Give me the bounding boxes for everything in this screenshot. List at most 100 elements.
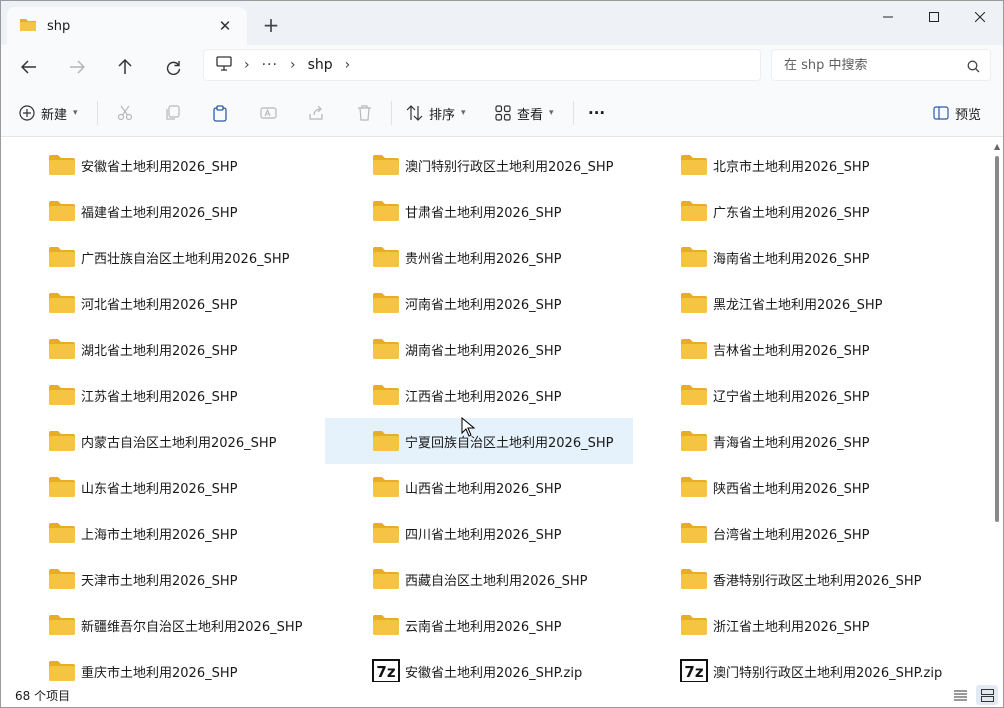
folder-item[interactable]: 上海市土地利用2026_SHP — [1, 510, 309, 556]
delete-button[interactable] — [350, 99, 378, 127]
folder-item[interactable]: 广西壮族自治区土地利用2026_SHP — [1, 234, 309, 280]
item-name: 河南省土地利用2026_SHP — [405, 297, 562, 313]
details-view-button[interactable] — [949, 685, 971, 705]
more-options-button[interactable]: ··· — [588, 99, 605, 127]
folder-item[interactable]: 香港特别行政区土地利用2026_SHP — [633, 556, 941, 602]
item-name: 陕西省土地利用2026_SHP — [713, 481, 870, 497]
folder-icon — [680, 199, 708, 223]
zip-file-item[interactable]: 7z 安徽省土地利用2026_SHP.zip — [325, 648, 633, 682]
view-button[interactable]: 查看 ▾ — [495, 99, 554, 127]
folder-item[interactable]: 湖北省土地利用2026_SHP — [1, 326, 309, 372]
chevron-right-icon[interactable]: › — [244, 57, 250, 73]
plus-circle-icon — [19, 105, 35, 121]
folder-icon — [372, 613, 400, 637]
zip-archive-icon: 7z — [680, 659, 708, 682]
share-button[interactable] — [302, 99, 330, 127]
folder-item[interactable]: 西藏自治区土地利用2026_SHP — [325, 556, 633, 602]
new-tab-button[interactable]: + — [259, 13, 283, 37]
scroll-up-icon[interactable]: ▲ — [994, 142, 1000, 151]
minimize-button[interactable] — [865, 1, 911, 33]
folder-item[interactable]: 陕西省土地利用2026_SHP — [633, 464, 941, 510]
folder-item[interactable]: 青海省土地利用2026_SHP — [633, 418, 941, 464]
folder-item[interactable]: 甘肃省土地利用2026_SHP — [325, 188, 633, 234]
file-list[interactable]: 安徽省土地利用2026_SHP 澳门特别行政区土地利用2026_SHP 北京市土地利… — [1, 138, 991, 682]
folder-icon — [48, 337, 76, 361]
folder-item[interactable]: 新疆维吾尔自治区土地利用2026_SHP — [1, 602, 309, 648]
sort-button[interactable]: 排序 ▾ — [406, 99, 466, 127]
tab-close-icon[interactable]: ✕ — [215, 16, 235, 36]
close-button[interactable] — [957, 1, 1003, 33]
preview-pane-button[interactable]: 预览 — [933, 99, 981, 127]
copy-icon — [166, 105, 180, 120]
folder-item[interactable]: 湖南省土地利用2026_SHP — [325, 326, 633, 372]
tab-shp[interactable]: shp ✕ — [7, 7, 247, 45]
folder-item[interactable]: 四川省土地利用2026_SHP — [325, 510, 633, 556]
item-name: 黑龙江省土地利用2026_SHP — [713, 297, 883, 313]
folder-item[interactable]: 河南省土地利用2026_SHP — [325, 280, 633, 326]
folder-item[interactable]: 浙江省土地利用2026_SHP — [633, 602, 941, 648]
folder-item[interactable]: 台湾省土地利用2026_SHP — [633, 510, 941, 556]
arrow-right-icon — [70, 60, 85, 74]
clipboard-icon — [213, 104, 227, 122]
scroll-thumb[interactable] — [995, 156, 999, 522]
up-button[interactable] — [111, 53, 139, 81]
folder-item[interactable]: 云南省土地利用2026_SHP — [325, 602, 633, 648]
navigation-bar: › ··· › shp › — [1, 45, 1003, 89]
folder-item[interactable]: 吉林省土地利用2026_SHP — [633, 326, 941, 372]
folder-icon — [680, 383, 708, 407]
copy-button[interactable] — [158, 99, 186, 127]
forward-button[interactable] — [63, 53, 91, 81]
new-button[interactable]: 新建 ▾ — [19, 99, 78, 127]
search-box[interactable] — [771, 49, 991, 81]
folder-item[interactable]: 广东省土地利用2026_SHP — [633, 188, 941, 234]
back-button[interactable] — [15, 53, 43, 81]
item-name: 安徽省土地利用2026_SHP.zip — [405, 665, 583, 681]
folder-item[interactable]: 天津市土地利用2026_SHP — [1, 556, 309, 602]
folder-icon — [680, 429, 708, 453]
tiles-view-button[interactable] — [976, 685, 998, 705]
item-name: 青海省土地利用2026_SHP — [713, 435, 870, 451]
maximize-button[interactable] — [911, 1, 957, 33]
folder-item[interactable]: 黑龙江省土地利用2026_SHP — [633, 280, 941, 326]
folder-item[interactable]: 山东省土地利用2026_SHP — [1, 464, 309, 510]
divider — [391, 101, 392, 125]
breadcrumb-overflow[interactable]: ··· — [262, 57, 278, 73]
vertical-scrollbar[interactable]: ▲ — [991, 138, 1003, 682]
command-bar: 新建 ▾ 排序 ▾ 查看 ▾ ··· 预览 — [1, 89, 1003, 137]
folder-item[interactable]: 辽宁省土地利用2026_SHP — [633, 372, 941, 418]
cut-button[interactable] — [111, 99, 139, 127]
folder-item[interactable]: 海南省土地利用2026_SHP — [633, 234, 941, 280]
folder-item[interactable]: 江西省土地利用2026_SHP — [325, 372, 633, 418]
folder-item[interactable]: 山西省土地利用2026_SHP — [325, 464, 633, 510]
rename-button[interactable] — [254, 99, 282, 127]
breadcrumb-current[interactable]: shp — [308, 57, 333, 73]
paste-button[interactable] — [206, 99, 234, 127]
search-icon[interactable] — [967, 58, 980, 77]
folder-item[interactable]: 江苏省土地利用2026_SHP — [1, 372, 309, 418]
folder-item[interactable]: 内蒙古自治区土地利用2026_SHP — [1, 418, 309, 464]
computer-icon[interactable] — [216, 55, 232, 75]
svg-text:7z: 7z — [376, 663, 395, 681]
search-input[interactable] — [784, 57, 954, 73]
folder-icon — [680, 475, 708, 499]
refresh-button[interactable] — [159, 53, 187, 81]
chevron-right-icon[interactable]: › — [345, 57, 351, 73]
item-name: 宁夏回族自治区土地利用2026_SHP — [405, 435, 614, 451]
folder-item[interactable]: 福建省土地利用2026_SHP — [1, 188, 309, 234]
folder-item[interactable]: 河北省土地利用2026_SHP — [1, 280, 309, 326]
folder-item[interactable]: 澳门特别行政区土地利用2026_SHP — [325, 142, 633, 188]
folder-item[interactable]: 北京市土地利用2026_SHP — [633, 142, 941, 188]
close-icon — [975, 12, 985, 22]
new-label: 新建 — [41, 107, 68, 123]
chevron-right-icon[interactable]: › — [290, 57, 296, 73]
address-bar[interactable]: › ··· › shp › — [203, 49, 761, 81]
folder-item[interactable]: 安徽省土地利用2026_SHP — [1, 142, 309, 188]
folder-item[interactable]: 贵州省土地利用2026_SHP — [325, 234, 633, 280]
item-name: 西藏自治区土地利用2026_SHP — [405, 573, 588, 589]
folder-item[interactable]: 重庆市土地利用2026_SHP — [1, 648, 309, 682]
chevron-down-icon: ▾ — [73, 108, 78, 118]
folder-icon — [680, 337, 708, 361]
item-name: 江苏省土地利用2026_SHP — [81, 389, 238, 405]
zip-file-item[interactable]: 7z 澳门特别行政区土地利用2026_SHP.zip — [633, 648, 942, 682]
folder-item[interactable]: 宁夏回族自治区土地利用2026_SHP — [325, 418, 633, 464]
